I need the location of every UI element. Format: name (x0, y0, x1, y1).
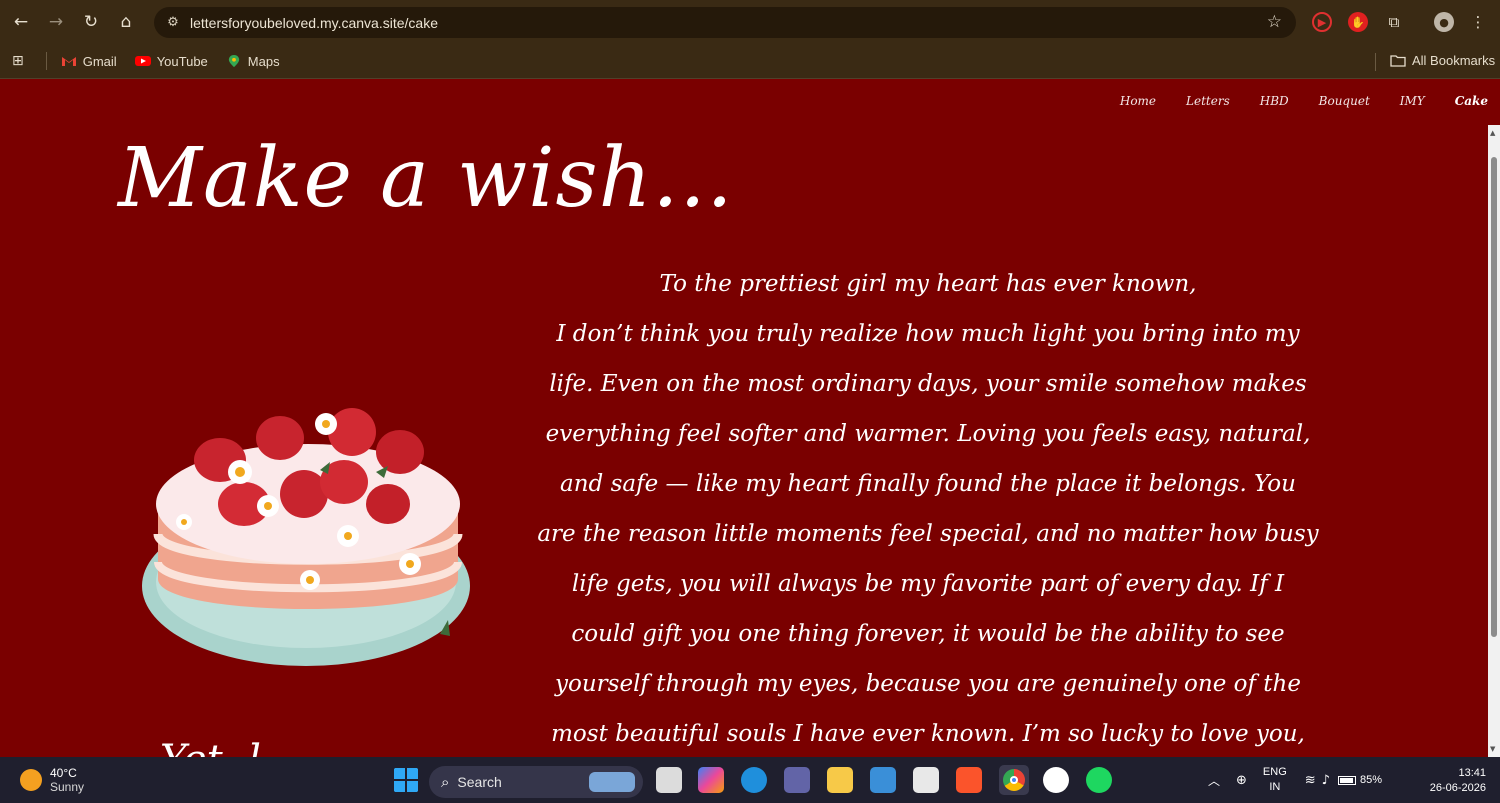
lang-bottom: IN (1269, 781, 1281, 793)
taskbar: 40°C Sunny ⌕ Search ︿ ⊕ ENG IN ≋ ♪ 85% 1… (0, 757, 1500, 803)
weather-widget[interactable]: 40°C Sunny (20, 766, 84, 794)
forward-button[interactable]: → (42, 8, 70, 36)
profile-avatar[interactable]: ● (1434, 12, 1454, 32)
all-bookmarks-label: All Bookmarks (1412, 53, 1496, 68)
bookmark-maps[interactable]: Maps (226, 54, 280, 69)
nav-cake[interactable]: Cake (1455, 94, 1488, 108)
weather-desc: Sunny (50, 780, 85, 794)
nav-bouquet[interactable]: Bouquet (1319, 94, 1370, 108)
letter-line: and safe — like my heart finally found t… (560, 471, 1296, 497)
scroll-up-icon[interactable]: ▲ (1490, 129, 1498, 137)
clock-time: 13:41 (1458, 767, 1486, 779)
remote-desktop-icon[interactable] (870, 767, 896, 793)
battery-icon[interactable] (1337, 775, 1356, 785)
wifi-icon[interactable]: ≋ (1305, 773, 1316, 788)
browser-menu-icon[interactable]: ⋮ (1468, 12, 1488, 32)
home-button[interactable]: ⌂ (112, 8, 140, 36)
brave-icon[interactable] (956, 767, 982, 793)
reload-button[interactable]: ↻ (77, 8, 105, 36)
volume-icon[interactable]: ♪ (1322, 773, 1330, 788)
divider (45, 52, 47, 70)
weather-temp: 40°C (50, 766, 77, 780)
clock[interactable]: 13:41 26-06-2026 (1430, 766, 1486, 796)
extension-shield-icon[interactable]: ✋ (1348, 12, 1368, 32)
file-explorer-icon[interactable] (827, 767, 853, 793)
address-bar[interactable]: ⚙ lettersforyoubeloved.my.canva.site/cak… (154, 7, 1296, 38)
maps-icon (228, 55, 239, 67)
nav-hbd[interactable]: HBD (1260, 94, 1289, 108)
letter-line: everything feel softer and warmer. Lovin… (545, 421, 1311, 447)
folder-icon (1390, 54, 1406, 67)
bookmark-gmail[interactable]: Gmail (61, 54, 117, 69)
chatgpt-icon[interactable] (1043, 767, 1069, 793)
windows-start-icon[interactable] (393, 767, 419, 793)
network-settings-icon[interactable]: ⊕ (1236, 773, 1247, 788)
battery-percent: 85% (1359, 774, 1382, 786)
extension-record-icon[interactable]: ▶ (1312, 12, 1332, 32)
letter-line: most beautiful souls I have ever known. … (551, 721, 1305, 747)
bookmark-label: Maps (247, 53, 280, 69)
language-indicator[interactable]: ENG IN (1263, 765, 1287, 795)
bookmark-youtube[interactable]: YouTube (134, 53, 208, 69)
tray-overflow-icon[interactable]: ︿ (1208, 772, 1220, 789)
gmail-icon (61, 57, 76, 66)
taskbar-search[interactable]: ⌕ Search (429, 766, 643, 798)
scrollbar-thumb[interactable] (1491, 157, 1497, 637)
love-letter: To the prettiest girl my heart has ever … (470, 259, 1386, 757)
letter-line: life. Even on the most ordinary days, yo… (549, 371, 1307, 397)
extensions-puzzle-icon[interactable]: ⧉ (1384, 12, 1404, 32)
edge-icon[interactable] (741, 767, 767, 793)
browser-toolbar: ← → ↻ ⌂ ⚙ lettersforyoubeloved.my.canva.… (0, 0, 1500, 44)
nav-imy[interactable]: IMY (1400, 94, 1425, 108)
letter-line: To the prettiest girl my heart has ever … (659, 271, 1197, 297)
task-view-icon[interactable] (656, 767, 682, 793)
store-icon[interactable] (913, 767, 939, 793)
url-text[interactable]: lettersforyoubeloved.my.canva.site/cake (190, 15, 438, 31)
teams-icon[interactable] (784, 767, 810, 793)
bookmark-label: Gmail (82, 53, 117, 69)
search-highlight-image (589, 772, 635, 792)
divider (1375, 53, 1376, 71)
lang-top: ENG (1262, 766, 1287, 778)
letter-line: could gift you one thing forever, it wou… (571, 621, 1285, 647)
sun-icon (20, 769, 42, 791)
spotify-icon[interactable] (1086, 767, 1112, 793)
site-info-icon[interactable]: ⚙ (164, 14, 182, 32)
bookmark-label: YouTube (156, 53, 208, 69)
nav-letters[interactable]: Letters (1186, 94, 1230, 108)
nav-home[interactable]: Home (1120, 94, 1156, 108)
letter-line: are the reason little moments feel speci… (537, 521, 1319, 547)
page-scrollbar[interactable]: ▲ ▼ (1488, 125, 1500, 757)
page-content: Home Letters HBD Bouquet IMY Cake Make a… (0, 79, 1488, 757)
site-nav: Home Letters HBD Bouquet IMY Cake (1120, 94, 1488, 108)
back-button[interactable]: ← (7, 8, 35, 36)
chrome-active-icon[interactable] (999, 765, 1029, 795)
clock-date: 26-06-2026 (1429, 782, 1486, 794)
bookmark-star-icon[interactable]: ☆ (1267, 12, 1282, 32)
system-tray: ︿ ⊕ ENG IN ≋ ♪ 85% (1208, 765, 1382, 795)
signature-text: Yet..l (160, 737, 261, 757)
cake-illustration (142, 408, 470, 666)
copilot-icon[interactable] (698, 767, 724, 793)
youtube-icon (134, 56, 151, 66)
all-bookmarks-button[interactable]: All Bookmarks (1390, 53, 1495, 68)
bookmarks-bar: ⊞ Gmail YouTube Maps All Bookmarks (0, 44, 1500, 79)
letter-line: life gets, you will always be my favorit… (571, 571, 1285, 597)
letter-line: yourself through my eyes, because you ar… (555, 671, 1301, 697)
search-label: Search (457, 774, 502, 790)
letter-line: I don’t think you truly realize how much… (556, 321, 1300, 347)
search-icon: ⌕ (441, 773, 450, 791)
apps-grid-icon[interactable]: ⊞ (12, 53, 24, 69)
scroll-down-icon[interactable]: ▼ (1490, 745, 1498, 753)
page-title: Make a wish... (118, 131, 734, 226)
